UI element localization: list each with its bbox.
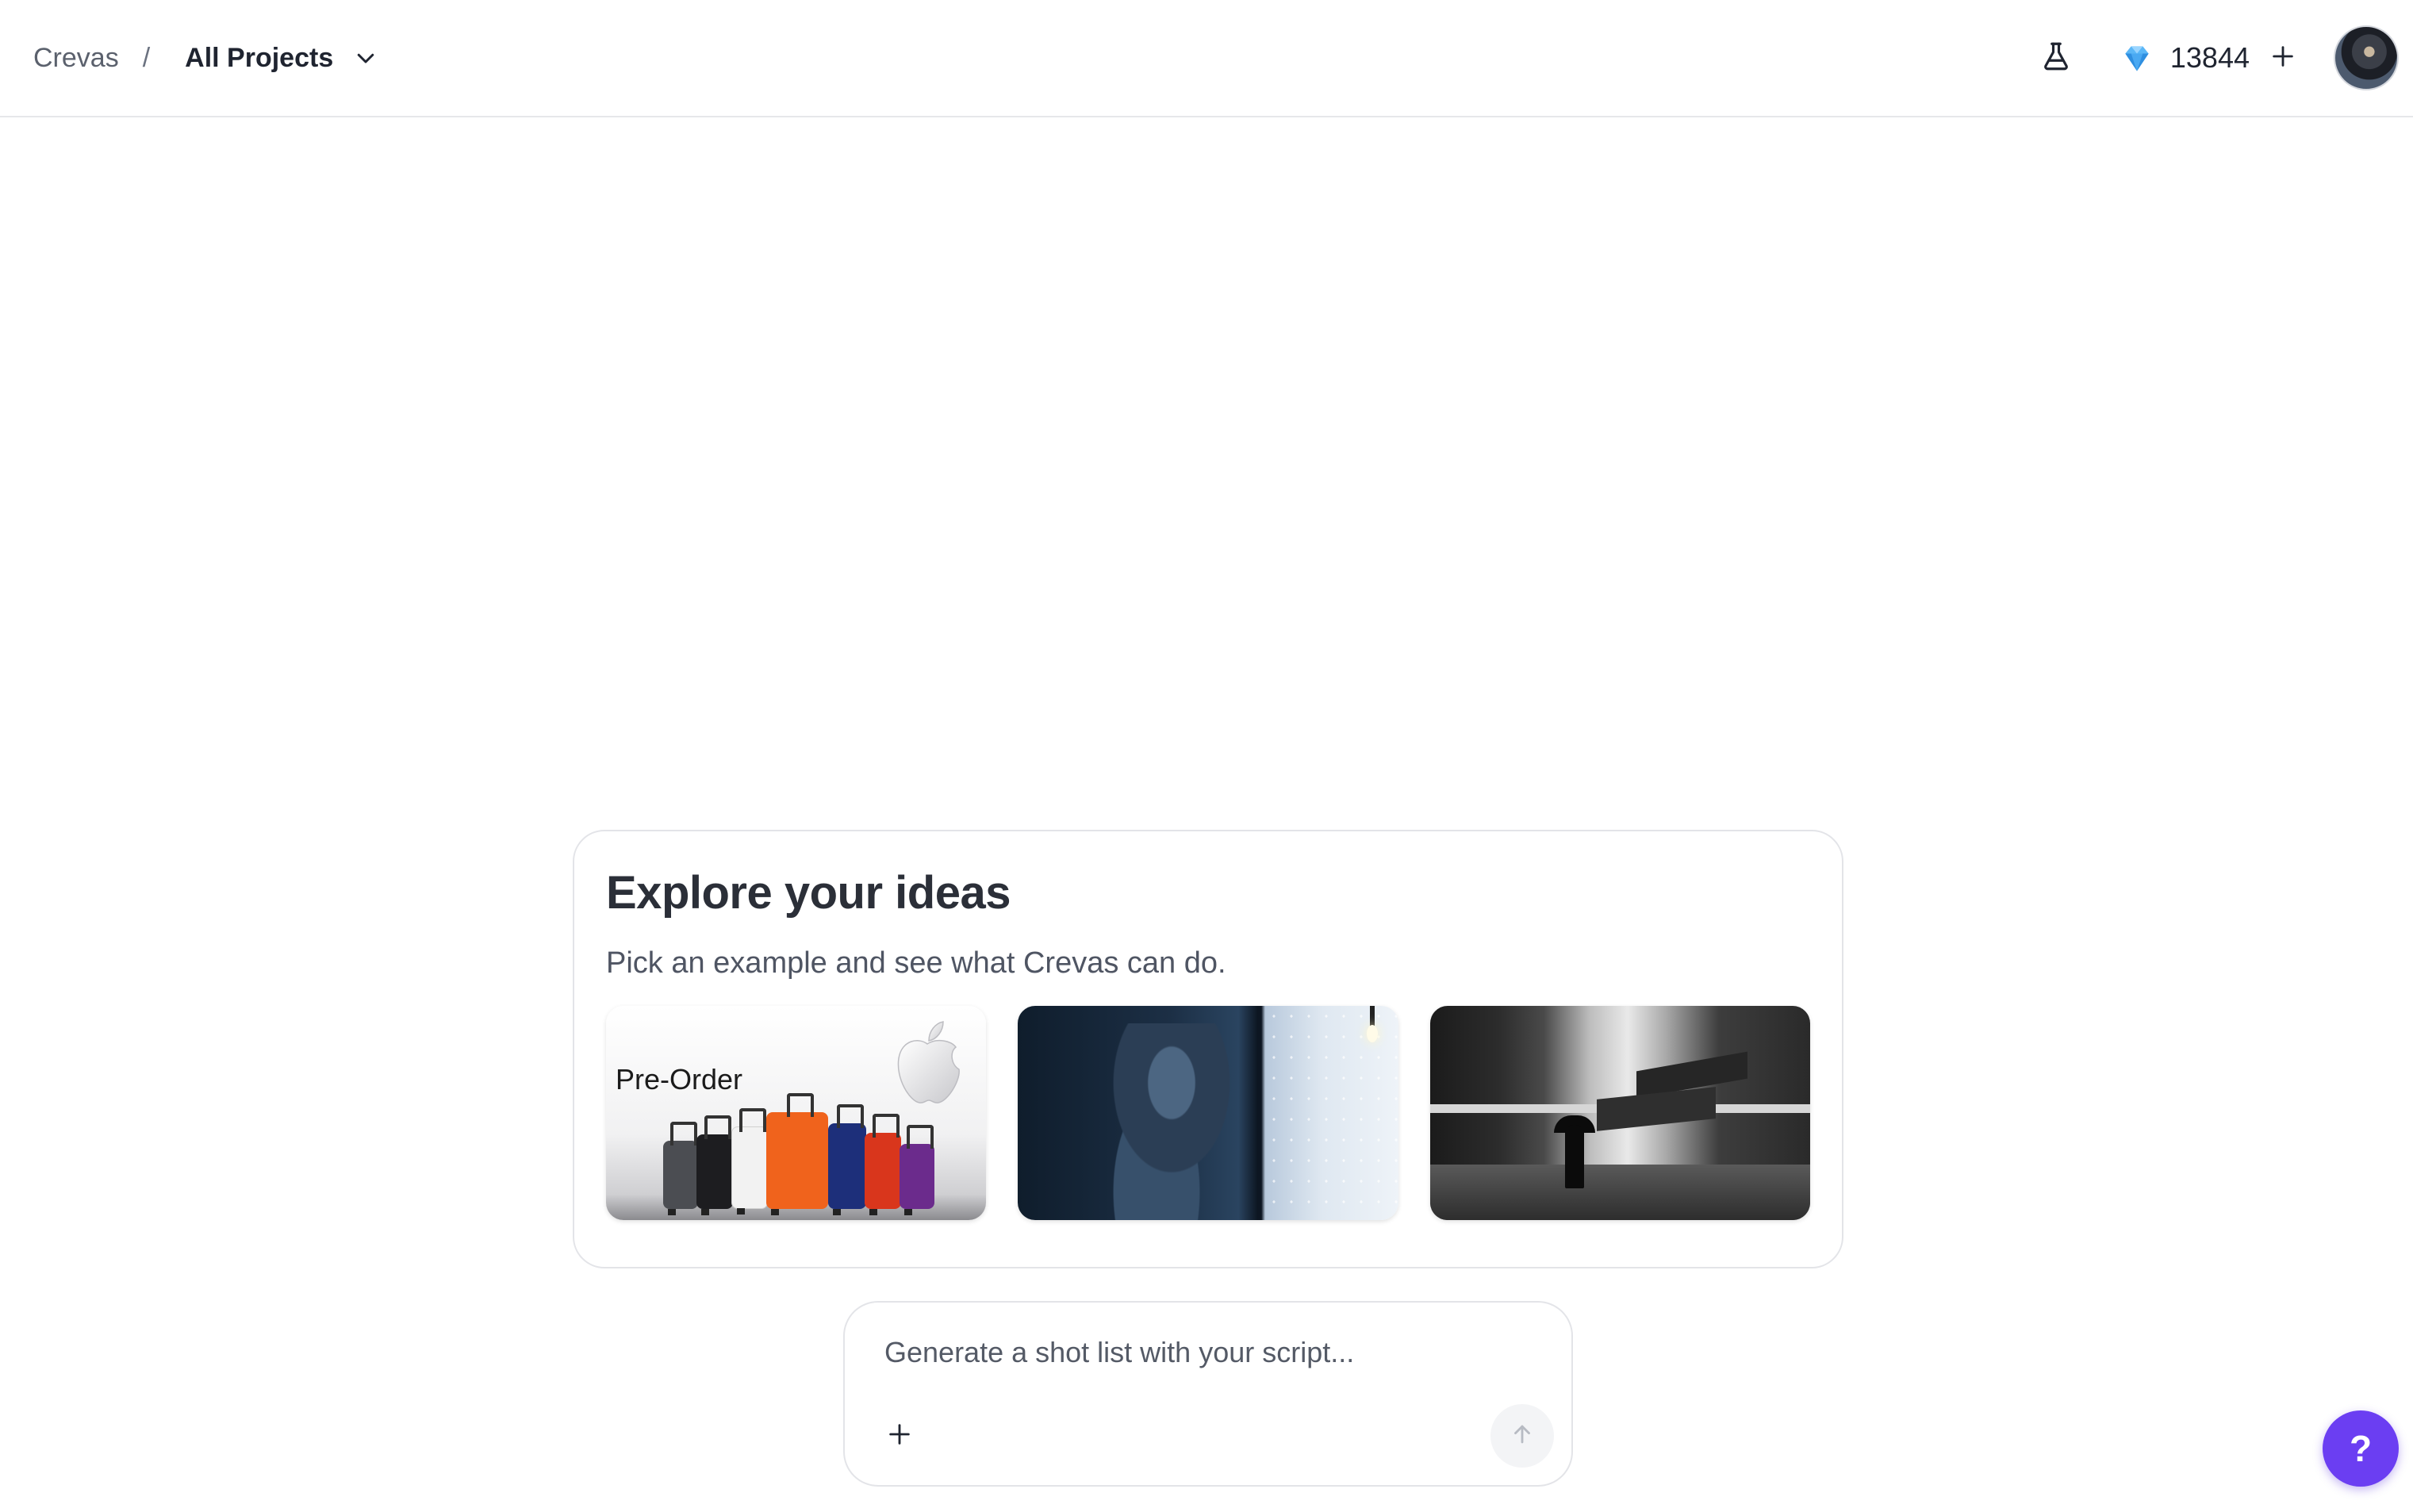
luggage-purple	[900, 1125, 934, 1215]
credit-count: 13844	[2169, 41, 2250, 74]
concrete-slab	[1596, 1087, 1716, 1131]
project-selector-label: All Projects	[185, 42, 334, 73]
script-prompt-input[interactable]	[884, 1336, 1554, 1369]
chevron-down-icon	[354, 46, 378, 70]
arrow-up-icon	[1509, 1421, 1536, 1452]
lab-button[interactable]	[2034, 36, 2078, 80]
credits-balance: 13844	[2120, 40, 2250, 75]
diamond-icon	[2120, 40, 2154, 75]
header-tools: 13844	[2034, 25, 2399, 90]
luggage-navy	[828, 1104, 866, 1215]
explore-subtitle: Pick an example and see what Crevas can …	[606, 946, 1226, 980]
walker-silhouette	[1564, 1125, 1584, 1188]
prompt-actions	[884, 1404, 1554, 1468]
example-winter-window[interactable]	[1018, 1006, 1398, 1220]
example-label: Pre-Order	[616, 1063, 743, 1096]
example-concrete-architecture[interactable]	[1429, 1006, 1810, 1220]
flask-icon	[2039, 40, 2073, 77]
apple-logo-icon	[888, 1017, 967, 1109]
user-avatar[interactable]	[2334, 25, 2399, 90]
luggage-black	[696, 1115, 733, 1215]
plus-icon	[2269, 43, 2296, 74]
wet-floor	[1429, 1165, 1810, 1220]
script-prompt-box	[843, 1301, 1573, 1487]
project-selector-dropdown[interactable]: All Projects	[185, 43, 378, 74]
luggage-red	[865, 1114, 901, 1215]
help-button[interactable]: ?	[2323, 1410, 2399, 1487]
attach-button[interactable]	[880, 1416, 919, 1456]
top-navigation-bar: Crevas / All Projects 13844	[0, 0, 2413, 117]
person-silhouette	[1081, 1023, 1233, 1220]
luggage-gray	[663, 1122, 698, 1215]
breadcrumb-separator: /	[142, 42, 151, 73]
example-luggage-preorder[interactable]: Pre-Order	[606, 1006, 987, 1220]
luggage-orange	[766, 1093, 828, 1215]
snowfall	[1264, 1006, 1398, 1220]
breadcrumb-root-crevas[interactable]: Crevas	[33, 43, 119, 74]
add-credits-button[interactable]	[2265, 40, 2300, 75]
luggage-white	[731, 1108, 768, 1215]
light-bulb	[1366, 1006, 1378, 1053]
explore-ideas-card: Explore your ideas Pick an example and s…	[573, 830, 1843, 1268]
explore-title: Explore your ideas	[606, 867, 1011, 919]
send-button[interactable]	[1490, 1404, 1554, 1468]
breadcrumb: Crevas / All Projects	[33, 43, 378, 74]
plus-icon	[886, 1421, 913, 1452]
example-gallery: Pre-Order	[606, 1006, 1810, 1220]
